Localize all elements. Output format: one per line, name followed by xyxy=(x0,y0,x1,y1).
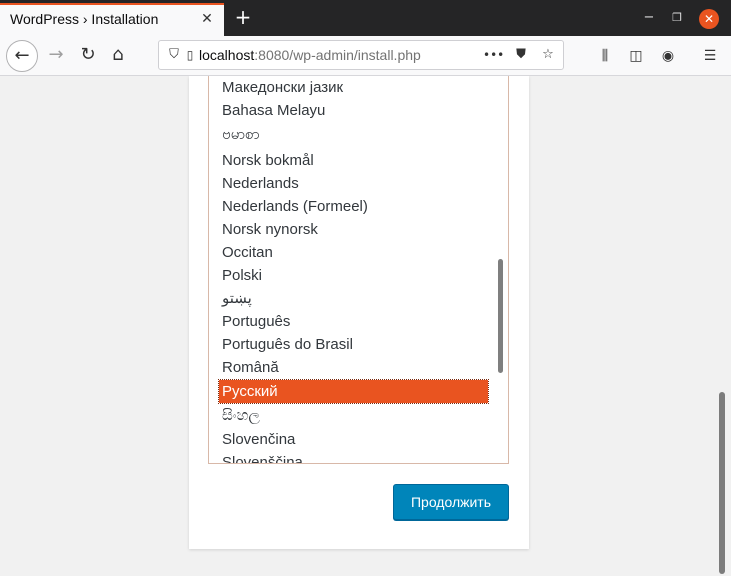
language-option[interactable]: Română xyxy=(222,356,279,379)
url-bar[interactable]: ⛉ ▯ localhost:8080/wp-admin/install.php … xyxy=(158,40,564,70)
page-scrollbar[interactable] xyxy=(719,392,725,574)
url-text: localhost:8080/wp-admin/install.php xyxy=(199,47,421,63)
forward-button[interactable]: → xyxy=(42,41,70,69)
close-tab-icon[interactable]: ✕ xyxy=(198,10,216,28)
account-icon[interactable]: ◉ xyxy=(658,46,678,66)
pocket-icon[interactable]: ⛊ xyxy=(512,46,530,64)
language-list-scrollbar[interactable] xyxy=(498,259,503,373)
maximize-icon[interactable]: ❐ xyxy=(668,9,686,27)
url-host: localhost xyxy=(199,47,255,63)
language-option[interactable]: Norsk bokmål xyxy=(222,149,314,172)
language-option[interactable]: Slovenčina xyxy=(222,428,295,451)
bookmark-star-icon[interactable]: ☆ xyxy=(539,46,557,64)
tab-strip: WordPress › Installation ✕ + − ❐ ✕ xyxy=(0,0,731,36)
page-content: Македонски јазик Bahasa Melayu ဗမာစာ Nor… xyxy=(0,76,731,576)
language-option[interactable]: Norsk nynorsk xyxy=(222,218,318,241)
tab-wordpress-installation[interactable]: WordPress › Installation ✕ xyxy=(0,3,224,36)
language-option[interactable]: Português xyxy=(222,310,290,333)
language-option[interactable]: Nederlands (Formeel) xyxy=(222,195,368,218)
back-button[interactable]: ← xyxy=(6,40,38,72)
tab-title: WordPress › Installation xyxy=(10,11,159,27)
continue-button[interactable]: Продолжить xyxy=(393,484,509,520)
home-button[interactable]: ⌂ xyxy=(104,41,132,69)
sidebar-icon[interactable]: ◫ xyxy=(626,46,646,66)
language-option[interactable]: Македонски јазик xyxy=(222,76,343,99)
window-close-icon[interactable]: ✕ xyxy=(699,9,719,29)
language-option[interactable]: Português do Brasil xyxy=(222,333,353,356)
library-icon[interactable]: ⫼ xyxy=(595,46,615,66)
language-select[interactable]: Македонски јазик Bahasa Melayu ဗမာစာ Nor… xyxy=(208,76,509,464)
language-option[interactable]: සිංහල xyxy=(222,404,260,427)
language-option[interactable]: Slovenščina xyxy=(222,451,303,463)
language-option[interactable]: پښتو xyxy=(222,287,252,310)
page-info-icon[interactable]: ▯ xyxy=(181,46,199,64)
minimize-icon[interactable]: − xyxy=(640,9,658,27)
language-option[interactable]: Nederlands xyxy=(222,172,299,195)
language-option[interactable]: Bahasa Melayu xyxy=(222,99,325,122)
menu-icon[interactable]: ☰ xyxy=(700,46,720,66)
language-option[interactable]: Polski xyxy=(222,264,262,287)
reload-button[interactable]: ↻ xyxy=(74,41,102,69)
language-option-selected[interactable]: Русский xyxy=(218,379,489,404)
new-tab-icon[interactable]: + xyxy=(232,6,254,28)
page-actions-icon[interactable]: ••• xyxy=(483,46,504,64)
language-option[interactable]: ဗမာစာ xyxy=(222,123,260,146)
url-path: :8080/wp-admin/install.php xyxy=(254,47,421,63)
navigation-toolbar: ← → ↻ ⌂ ⛉ ▯ localhost:8080/wp-admin/inst… xyxy=(0,36,731,76)
language-option[interactable]: Occitan xyxy=(222,241,273,264)
